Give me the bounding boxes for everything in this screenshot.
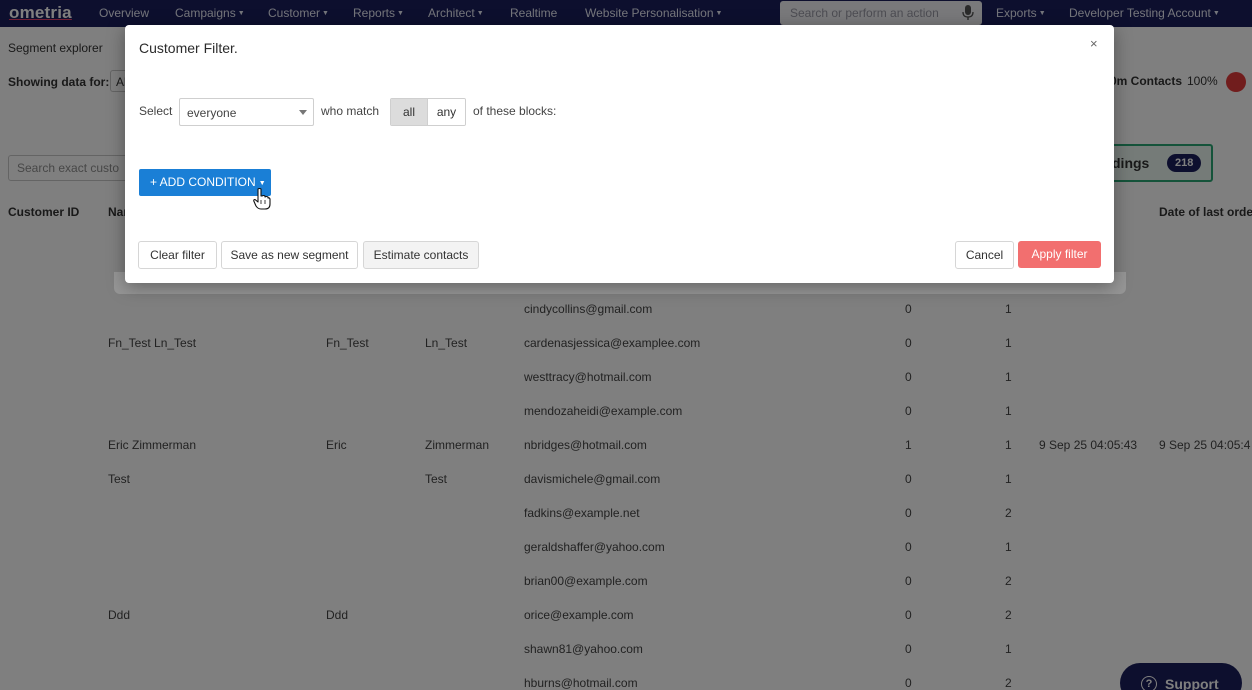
- estimate-contacts-button[interactable]: Estimate contacts: [363, 241, 479, 269]
- cancel-button[interactable]: Cancel: [955, 241, 1014, 269]
- select-label: Select: [139, 104, 173, 118]
- save-segment-button[interactable]: Save as new segment: [221, 241, 358, 269]
- apply-filter-button[interactable]: Apply filter: [1018, 241, 1101, 268]
- modal-title: Customer Filter.: [139, 40, 238, 56]
- close-icon[interactable]: ×: [1090, 36, 1098, 51]
- add-condition-button[interactable]: + ADD CONDITION ▼: [139, 169, 271, 196]
- chevron-down-icon: [299, 110, 307, 115]
- hand-pointer-cursor: [253, 188, 271, 210]
- audience-select-value: everyone: [187, 106, 237, 120]
- who-match-label: who match: [321, 104, 380, 118]
- clear-filter-button[interactable]: Clear filter: [138, 241, 217, 269]
- caret-down-icon: ▼: [258, 180, 266, 187]
- audience-select[interactable]: everyone: [179, 98, 314, 126]
- customer-filter-modal: Customer Filter. × Select everyone who m…: [125, 25, 1114, 283]
- toggle-all[interactable]: all: [391, 99, 427, 125]
- match-mode-toggle: all any: [390, 98, 466, 126]
- toggle-any[interactable]: any: [427, 99, 465, 125]
- blocks-label: of these blocks:: [473, 104, 557, 118]
